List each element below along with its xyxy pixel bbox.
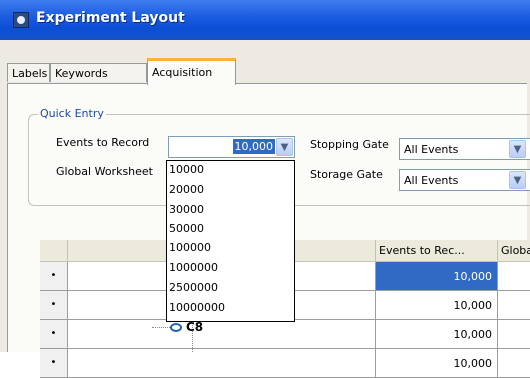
chevron-down-icon[interactable]: ▼ xyxy=(509,140,526,158)
global-cell[interactable] xyxy=(498,291,530,320)
storage-gate-value: All Events xyxy=(404,174,459,187)
global-worksheet-label: Global Worksheet xyxy=(56,165,153,178)
row-marker: • xyxy=(40,291,68,320)
table-row[interactable]: • 10,000 xyxy=(40,320,530,349)
tree-connector xyxy=(152,326,170,328)
stopping-gate-value: All Events xyxy=(404,143,459,156)
tree-node-label: C8 xyxy=(186,320,204,334)
stopping-gate-label: Stopping Gate xyxy=(310,138,389,151)
events-to-record-value: 10,000 xyxy=(232,139,275,154)
row-marker: • xyxy=(40,320,68,349)
tube-name-cell[interactable] xyxy=(68,320,376,349)
row-marker: • xyxy=(40,262,68,291)
events-dropdown-list[interactable]: 10000 20000 30000 50000 100000 1000000 2… xyxy=(166,160,295,322)
dropdown-option[interactable]: 50000 xyxy=(169,222,204,235)
tab-keywords[interactable]: Keywords xyxy=(50,63,147,82)
app-icon xyxy=(13,12,29,28)
table-row[interactable]: • 10,000 xyxy=(40,349,530,378)
events-cell[interactable]: 10,000 xyxy=(376,320,498,349)
tube-name-cell[interactable] xyxy=(68,349,376,378)
dropdown-option[interactable]: 20000 xyxy=(169,183,204,196)
dropdown-option[interactable]: 2500000 xyxy=(169,281,218,294)
tab-labels[interactable]: Labels xyxy=(7,63,50,82)
dropdown-option[interactable]: 10000 xyxy=(169,163,204,176)
events-cell[interactable]: 10,000 xyxy=(376,349,498,378)
dropdown-option[interactable]: 10000000 xyxy=(169,301,225,314)
tree-node-c8[interactable]: C8 xyxy=(152,320,203,334)
global-cell[interactable] xyxy=(498,349,530,378)
grid-global-header[interactable]: Globa xyxy=(498,240,530,262)
stopping-gate-combo[interactable]: All Events ▼ xyxy=(399,138,530,160)
tube-icon xyxy=(170,322,182,332)
storage-gate-combo[interactable]: All Events ▼ xyxy=(399,169,530,191)
grid-events-header[interactable]: Events to Rec... xyxy=(376,240,498,262)
quick-entry-legend: Quick Entry xyxy=(38,107,106,120)
row-marker: • xyxy=(40,349,68,378)
grid-corner-header xyxy=(40,240,68,262)
title-bar[interactable]: Experiment Layout xyxy=(0,0,530,40)
events-cell[interactable]: 10,000 xyxy=(376,262,498,291)
window-title: Experiment Layout xyxy=(36,10,185,26)
tab-acquisition[interactable]: Acquisition xyxy=(147,58,236,85)
dropdown-option[interactable]: 100000 xyxy=(169,241,211,254)
dropdown-option[interactable]: 30000 xyxy=(169,203,204,216)
experiment-layout-window: Experiment Layout Labels Keywords Acquis… xyxy=(0,0,530,378)
global-cell[interactable] xyxy=(498,320,530,349)
events-to-record-combo[interactable]: 10,000 ▼ xyxy=(168,136,295,158)
events-cell[interactable]: 10,000 xyxy=(376,291,498,320)
chevron-down-icon[interactable]: ▼ xyxy=(509,171,526,189)
storage-gate-label: Storage Gate xyxy=(310,168,383,181)
dropdown-option[interactable]: 1000000 xyxy=(169,261,218,274)
events-to-record-label: Events to Record xyxy=(56,136,150,149)
global-cell[interactable] xyxy=(498,262,530,291)
chevron-down-icon[interactable]: ▼ xyxy=(276,138,293,156)
